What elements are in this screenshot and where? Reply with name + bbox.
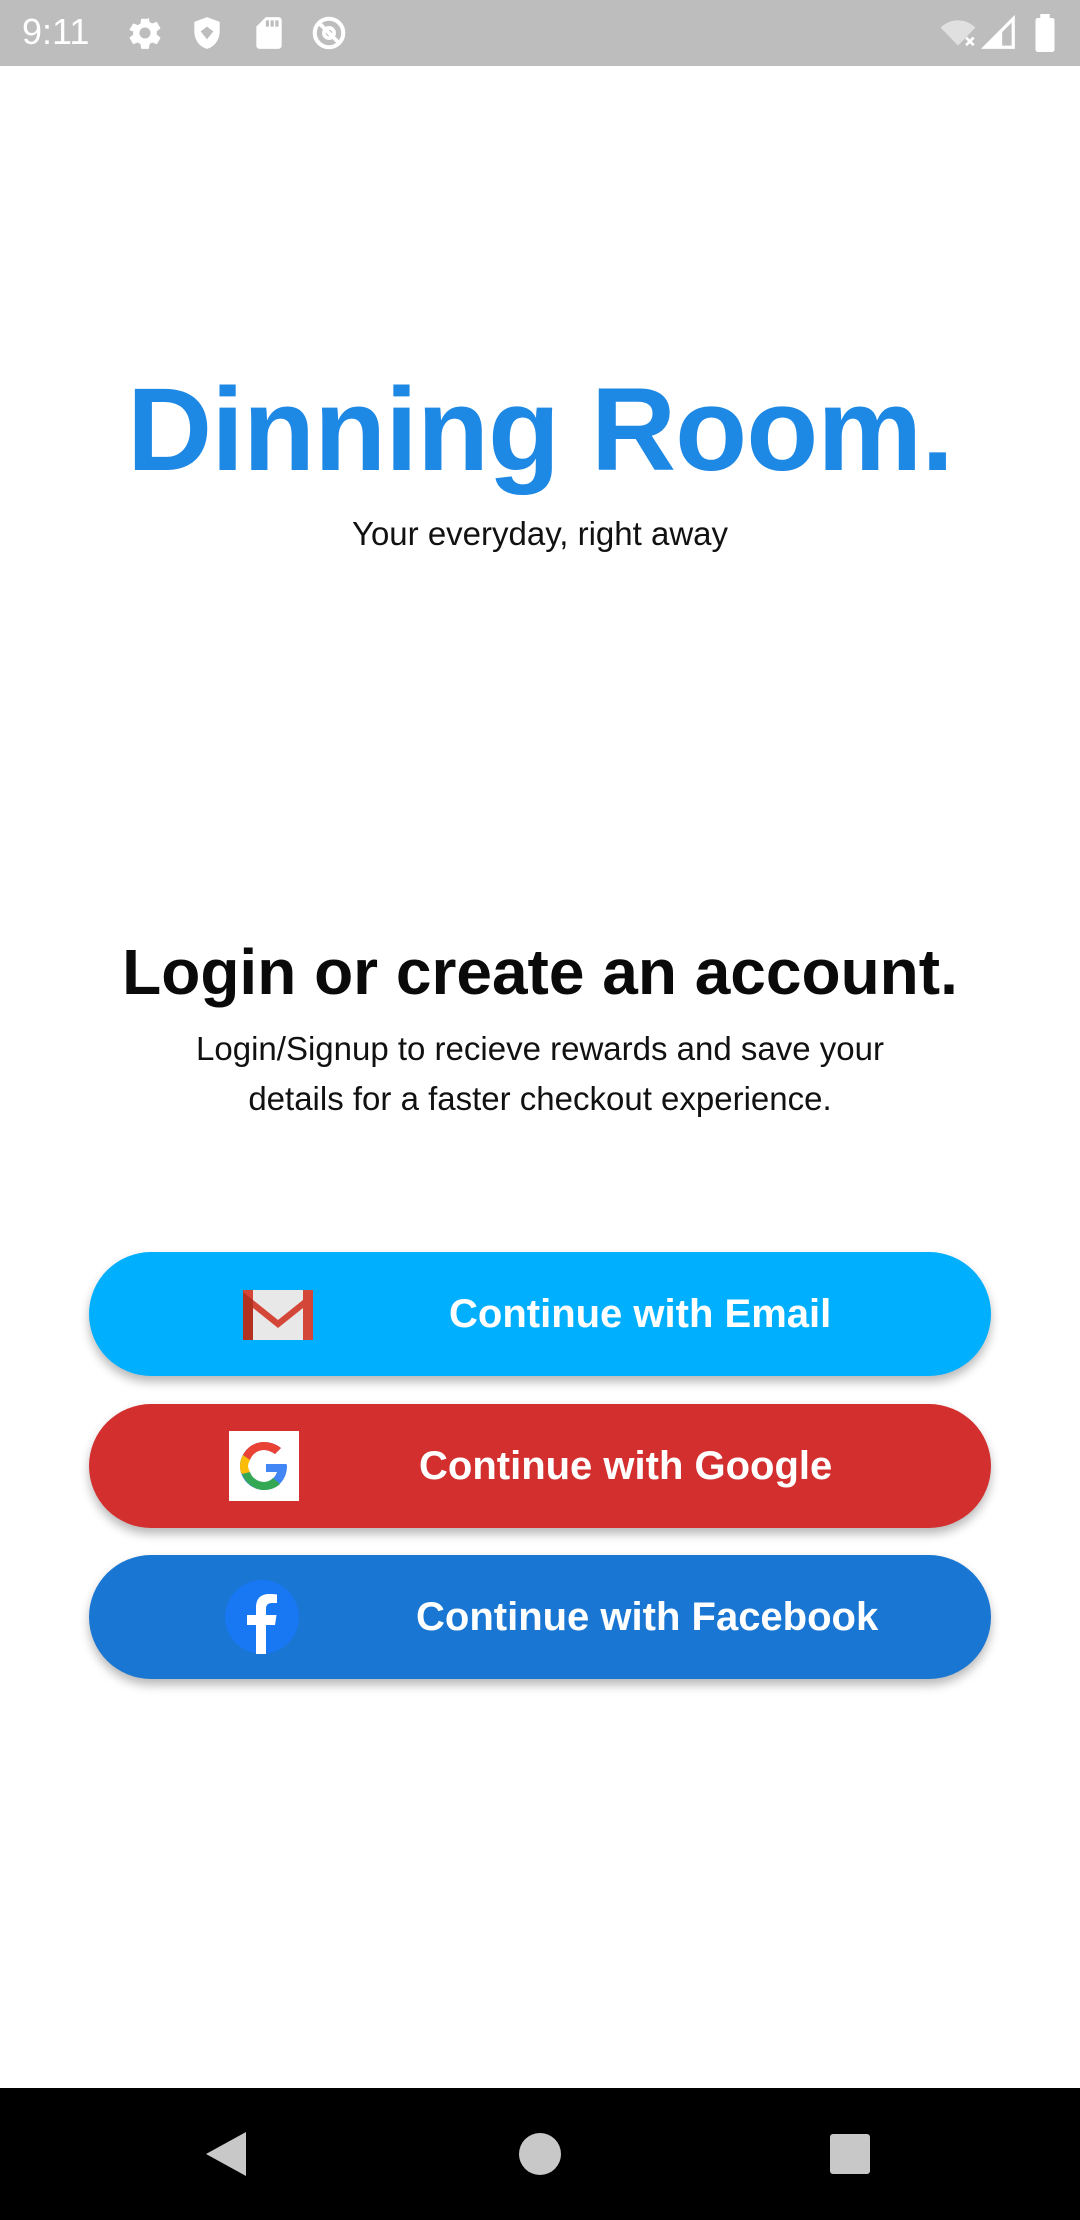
wifi-off-icon: [936, 14, 980, 52]
gear-icon: [126, 14, 164, 52]
sd-card-icon: [250, 14, 288, 52]
status-bar: 9:11: [0, 0, 1080, 66]
facebook-icon: [225, 1580, 299, 1654]
login-subtitle-line-1: Login/Signup to recieve rewards and save…: [196, 1030, 884, 1067]
login-subtitle: Login/Signup to recieve rewards and save…: [140, 1024, 940, 1124]
home-icon[interactable]: [510, 2124, 570, 2184]
google-icon: [229, 1431, 299, 1501]
signal-icon: [980, 14, 1018, 52]
brand-title: Dinning Room.: [127, 364, 954, 496]
facebook-button-label: Continue with Facebook: [416, 1595, 879, 1639]
email-button-label: Continue with Email: [449, 1292, 832, 1336]
system-nav-bar: [0, 2088, 1080, 2220]
login-heading: Login or create an account.: [122, 936, 958, 1008]
brand-tagline: Your everyday, right away: [351, 515, 729, 552]
recents-icon[interactable]: [820, 2124, 880, 2184]
continue-with-facebook-button[interactable]: Continue with Facebook: [89, 1555, 991, 1679]
continue-with-google-button[interactable]: Continue with Google: [89, 1404, 991, 1528]
status-time: 9:11: [22, 11, 90, 52]
back-icon[interactable]: [196, 2124, 256, 2184]
login-subtitle-line-2: details for a faster checkout experience…: [248, 1080, 832, 1117]
at-sign-icon: [310, 14, 348, 52]
gmail-icon: [243, 1290, 313, 1340]
login-screen: 9:11 Dinning Room. Your everyday, right …: [0, 0, 1080, 2220]
shield-icon: [188, 14, 226, 52]
continue-with-email-button[interactable]: Continue with Email: [89, 1252, 991, 1376]
google-button-label: Continue with Google: [419, 1444, 833, 1488]
battery-icon: [1030, 14, 1060, 52]
